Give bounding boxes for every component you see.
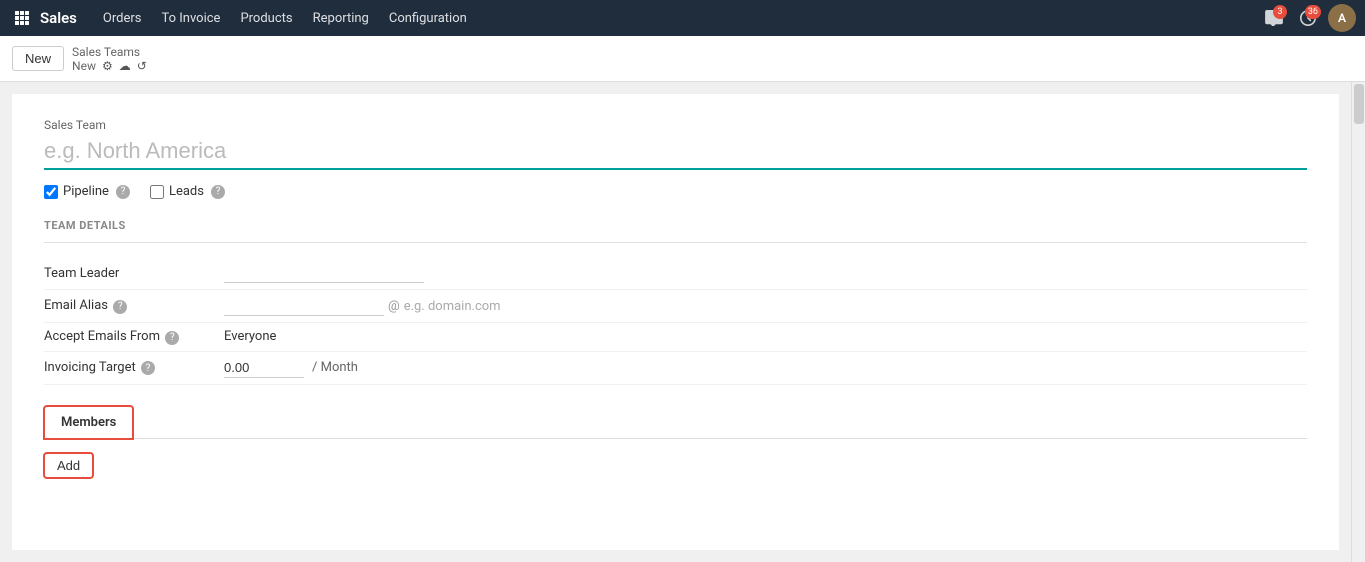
invoicing-target-row: Invoicing Target ? / Month <box>44 352 1307 385</box>
nav-reporting[interactable]: Reporting <box>303 0 379 36</box>
section-divider <box>44 242 1307 243</box>
breadcrumb-current: New <box>72 59 96 73</box>
clock-icon-btn[interactable]: 36 <box>1293 3 1323 33</box>
pipeline-label[interactable]: Pipeline <box>63 184 109 199</box>
email-alias-help-icon[interactable]: ? <box>113 300 127 314</box>
pipeline-checkbox[interactable] <box>44 185 58 199</box>
scrollbar-thumb[interactable] <box>1354 84 1364 124</box>
app-name[interactable]: Sales <box>40 9 77 27</box>
breadcrumb: Sales Teams New ⚙ ☁ ↺ <box>72 45 147 73</box>
team-details-section-title: TEAM DETAILS <box>44 219 1307 232</box>
settings-icon[interactable]: ⚙ <box>102 59 113 73</box>
invoicing-target-label: Invoicing Target ? <box>44 360 224 376</box>
nav-products[interactable]: Products <box>230 0 302 36</box>
top-nav: Sales Orders To Invoice Products Reporti… <box>0 0 1365 36</box>
leads-checkbox[interactable] <box>150 185 164 199</box>
invoicing-target-input[interactable] <box>224 358 304 378</box>
email-alias-input[interactable] <box>224 296 384 316</box>
toolbar: New Sales Teams New ⚙ ☁ ↺ <box>0 36 1365 82</box>
tabs-row: Members <box>44 405 1307 439</box>
pipeline-checkbox-item: Pipeline ? <box>44 184 130 199</box>
email-alias-row: Email Alias ? @ e.g. domain.com <box>44 290 1307 323</box>
sales-team-name-input[interactable] <box>44 136 1307 170</box>
checkboxes-row: Pipeline ? Leads ? <box>44 184 1307 199</box>
email-domain-placeholder: e.g. domain.com <box>404 299 501 314</box>
app-grid-icon[interactable] <box>8 4 36 32</box>
nav-orders[interactable]: Orders <box>93 0 152 36</box>
user-avatar: A <box>1328 4 1356 32</box>
leads-label[interactable]: Leads <box>169 184 204 199</box>
leads-help-icon[interactable]: ? <box>211 185 225 199</box>
clock-badge: 36 <box>1305 5 1321 19</box>
scrollbar-track[interactable] <box>1351 82 1365 562</box>
accept-emails-help-icon[interactable]: ? <box>165 331 179 345</box>
team-leader-label: Team Leader <box>44 266 224 281</box>
cloud-save-icon[interactable]: ☁ <box>119 59 131 73</box>
team-leader-value <box>224 263 1307 283</box>
nav-to-invoice[interactable]: To Invoice <box>151 0 230 36</box>
breadcrumb-parent[interactable]: Sales Teams <box>72 45 147 59</box>
team-leader-row: Team Leader <box>44 257 1307 290</box>
avatar-btn[interactable]: A <box>1327 3 1357 33</box>
tab-members[interactable]: Members <box>44 406 133 439</box>
email-alias-label: Email Alias ? <box>44 298 224 314</box>
invoicing-help-icon[interactable]: ? <box>141 361 155 375</box>
leads-checkbox-item: Leads ? <box>150 184 225 199</box>
add-button[interactable]: Add <box>44 453 93 478</box>
accept-emails-value[interactable]: Everyone <box>224 329 1307 344</box>
main-content: Sales Team Pipeline ? Leads ? TEAM DETAI… <box>0 82 1365 562</box>
sales-team-field-label: Sales Team <box>44 118 1307 132</box>
undo-icon[interactable]: ↺ <box>137 59 147 73</box>
email-alias-value: @ e.g. domain.com <box>224 296 1307 316</box>
per-month-label: / Month <box>312 360 358 375</box>
nav-configuration[interactable]: Configuration <box>379 0 477 36</box>
accept-emails-row: Accept Emails From ? Everyone <box>44 323 1307 352</box>
messages-badge: 3 <box>1273 5 1287 19</box>
at-sign: @ <box>388 299 400 314</box>
team-leader-input[interactable] <box>224 263 424 283</box>
invoicing-target-value: / Month <box>224 358 1307 378</box>
new-button[interactable]: New <box>12 46 64 71</box>
accept-emails-label: Accept Emails From ? <box>44 329 224 345</box>
messages-icon-btn[interactable]: 3 <box>1259 3 1289 33</box>
form-area: Sales Team Pipeline ? Leads ? TEAM DETAI… <box>12 94 1339 550</box>
pipeline-help-icon[interactable]: ? <box>116 185 130 199</box>
